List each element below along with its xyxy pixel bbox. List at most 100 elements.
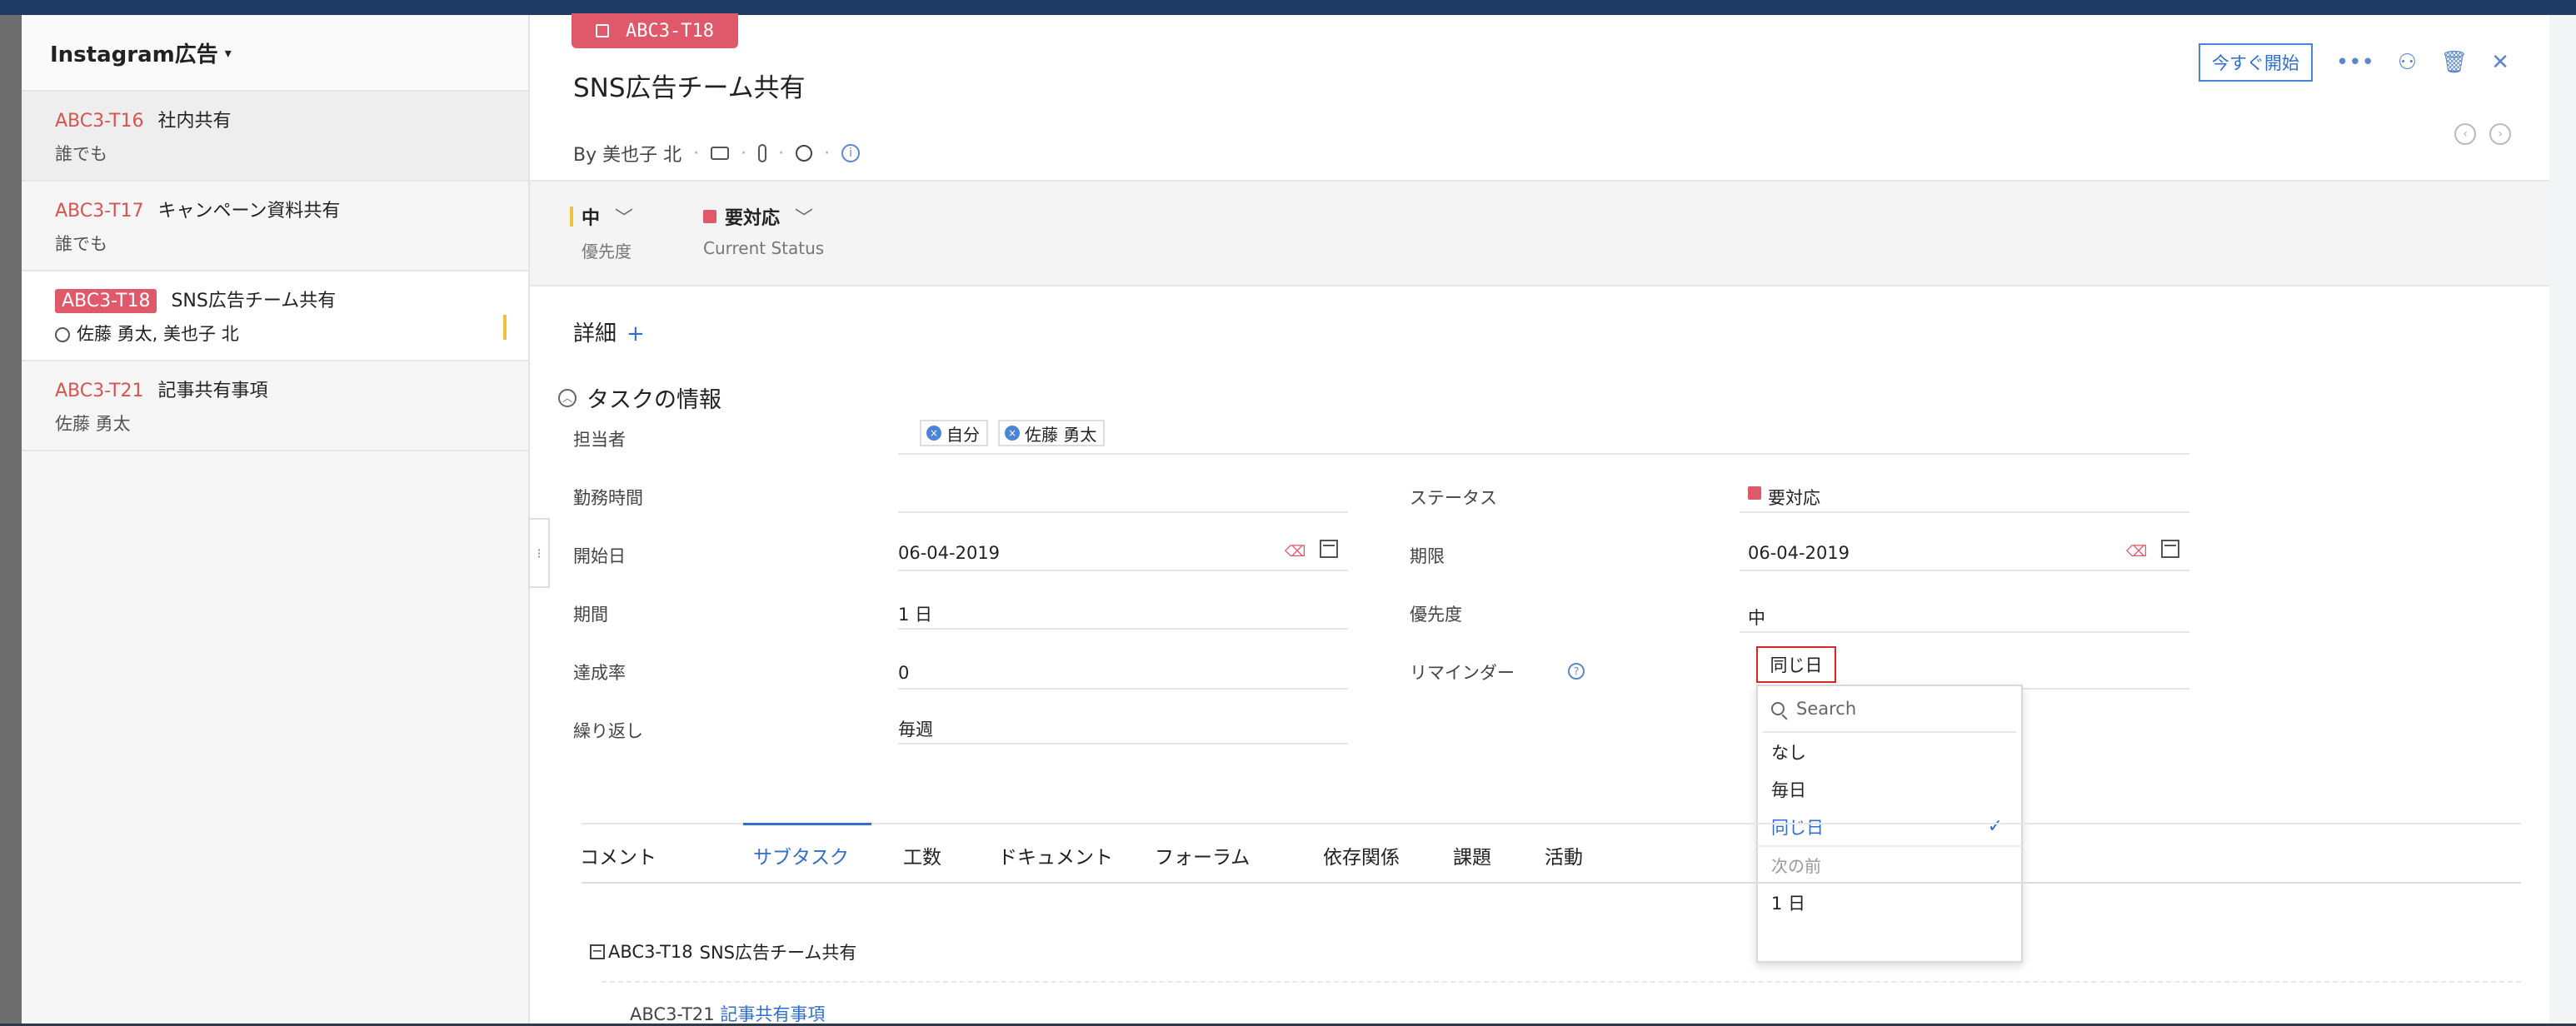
tab-comments[interactable]: コメント <box>580 841 656 869</box>
task-id: ABC3-T16 <box>55 111 144 132</box>
task-title: キャンペーン資料共有 <box>157 201 341 222</box>
remove-icon[interactable]: × <box>1005 426 1020 441</box>
subtask-link[interactable]: 記事共有事項 <box>720 1004 825 1024</box>
task-title: 記事共有事項 <box>157 381 268 401</box>
task-id: ABC3-T21 <box>55 381 144 401</box>
dropdown-option[interactable]: なし <box>1758 733 2021 770</box>
timer-icon <box>55 327 70 342</box>
task-assignee: 誰でも <box>55 234 107 254</box>
priority-bar-icon <box>570 207 573 227</box>
progress-label: 達成率 <box>573 663 626 683</box>
comment-icon[interactable] <box>711 147 730 160</box>
active-tab-indicator <box>743 823 871 825</box>
more-options-icon[interactable]: ••• <box>2336 50 2374 75</box>
search-icon <box>1771 702 1785 715</box>
duration-value[interactable]: 1 日 <box>898 601 932 626</box>
tab-documents[interactable]: ドキュメント <box>998 841 1113 869</box>
search-input[interactable] <box>1795 698 1989 720</box>
divider <box>1740 511 2189 513</box>
task-detail-modal: Instagram広告 ▾ ABC3-T16 社内共有 誰でも ABC3-T17… <box>22 13 2549 1024</box>
priority-marker <box>503 315 507 340</box>
trash-icon[interactable]: 🗑 <box>2440 50 2468 75</box>
task-assignee: 誰でも <box>55 144 107 164</box>
help-icon[interactable]: ? <box>1568 663 1585 680</box>
priority-label: 優先度 <box>582 242 632 261</box>
task-assignee: 佐藤 勇太, 美也子 北 <box>77 324 239 344</box>
task-id: ABC3-T17 <box>55 201 144 222</box>
tab-activity[interactable]: 活動 <box>1545 841 1583 869</box>
list-item[interactable]: ABC3-T21 記事共有事項 佐藤 勇太 <box>22 361 528 451</box>
list-item[interactable]: ABC3-T16 社内共有 誰でも <box>22 92 528 182</box>
divider <box>1740 570 2189 571</box>
priority-selector[interactable]: 中 ﹀ 優先度 <box>570 203 633 262</box>
collapse-up-icon: ︿ <box>558 388 577 407</box>
list-item-selected[interactable]: ABC3-T18 SNS広告チーム共有 佐藤 勇太, 美也子 北 <box>22 271 528 361</box>
start-date-label: 開始日 <box>573 546 626 566</box>
calendar-icon[interactable] <box>1320 540 1338 558</box>
task-id-badge: ABC3-T18 <box>55 289 157 313</box>
status-value: 要対応 <box>725 208 781 229</box>
background-app-sidebar <box>0 15 22 1024</box>
timer-icon[interactable] <box>796 145 813 162</box>
user-icon[interactable]: ⚇ <box>2398 50 2417 75</box>
previous-task-icon[interactable]: ‹ <box>2454 123 2476 145</box>
due-date-label: 期限 <box>1410 546 1445 566</box>
project-selector[interactable]: Instagram広告 ▾ <box>22 15 528 92</box>
repeat-value[interactable]: 毎週 <box>898 716 933 741</box>
dropdown-option[interactable]: 毎日 <box>1758 770 2021 808</box>
clear-icon[interactable]: ⌫ <box>1285 543 1305 560</box>
divider <box>898 453 2189 455</box>
status-label: Current Status <box>703 238 825 258</box>
subtask-parent-id: ABC3-T18 <box>608 942 693 962</box>
assignee-name: 佐藤 勇太 <box>1025 424 1097 445</box>
tab-dependencies[interactable]: 依存関係 <box>1323 841 1400 869</box>
background-app-header <box>0 0 2576 15</box>
option-label: 同じ日 <box>1771 817 1824 838</box>
task-info-section-header[interactable]: ︿ タスクの情報 <box>558 381 721 414</box>
tab-forum[interactable]: フォーラム <box>1155 841 1250 869</box>
info-icon[interactable]: i <box>841 144 861 162</box>
reminder-select[interactable]: 同じ日 <box>1756 646 1836 683</box>
checkbox-icon <box>596 24 610 37</box>
dropdown-group-label: 次の前 <box>1758 845 2021 884</box>
status-band: 中 ﹀ 優先度 要対応 ﹀ Current Status <box>530 180 2549 286</box>
assignee-chip[interactable]: × 佐藤 勇太 <box>998 420 1106 446</box>
tab-work-hours[interactable]: 工数 <box>903 841 941 869</box>
start-now-button[interactable]: 今すぐ開始 <box>2198 43 2313 82</box>
task-meta: By 美也子 北 · · · · i <box>573 140 861 167</box>
tab-subtasks[interactable]: サブタスク <box>753 841 849 869</box>
chevron-down-icon: ﹀ <box>795 208 814 229</box>
list-item[interactable]: ABC3-T17 キャンペーン資料共有 誰でも <box>22 182 528 271</box>
dropdown-option-selected[interactable]: 同じ日 ✓ <box>1758 808 2021 845</box>
chevron-down-icon: ﹀ <box>615 208 634 229</box>
assignee-chip[interactable]: × 自分 <box>920 420 988 446</box>
dropdown-option[interactable]: 1 日 <box>1758 884 2021 921</box>
duration-label: 期間 <box>573 605 608 625</box>
due-date-value[interactable]: 06-04-2019 <box>1748 543 1850 563</box>
task-detail: ABC3-T18 SNS広告チーム共有 By 美也子 北 · · · · i 今… <box>530 13 2549 1024</box>
status-field-value[interactable]: 要対応 <box>1768 485 1820 510</box>
project-name: Instagram広告 <box>50 42 218 67</box>
attachment-icon[interactable] <box>758 144 767 162</box>
divider <box>898 628 1348 630</box>
add-detail-button[interactable]: + <box>627 321 645 346</box>
progress-value[interactable]: 0 <box>898 663 909 683</box>
clear-icon[interactable]: ⌫ <box>2126 543 2147 560</box>
caret-down-icon: ▾ <box>224 44 232 61</box>
priority-field-value[interactable]: 中 <box>1748 605 1765 630</box>
collapse-icon[interactable]: − <box>590 944 605 959</box>
divider <box>602 981 2521 983</box>
assignee-label: 担当者 <box>573 430 626 450</box>
task-owner: By 美也子 北 <box>573 145 682 166</box>
tab-issues[interactable]: 課題 <box>1453 841 1491 869</box>
divider <box>582 882 2521 884</box>
close-icon[interactable]: ✕ <box>2491 50 2509 75</box>
next-task-icon[interactable]: › <box>2489 123 2511 145</box>
calendar-icon[interactable] <box>2161 540 2179 558</box>
subtask-parent-row: − ABC3-T18 SNS広告チーム共有 <box>590 939 856 964</box>
status-selector[interactable]: 要対応 ﹀ Current Status <box>703 203 824 258</box>
remove-icon[interactable]: × <box>926 426 941 441</box>
reminder-label: リマインダー <box>1410 663 1515 683</box>
start-date-value[interactable]: 06-04-2019 <box>898 543 1000 563</box>
section-title: タスクの情報 <box>587 387 721 413</box>
